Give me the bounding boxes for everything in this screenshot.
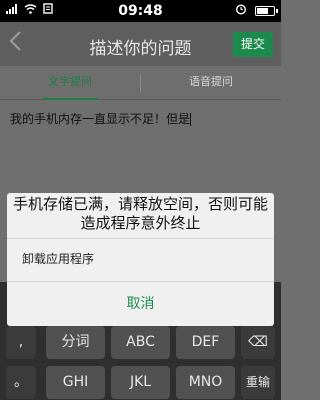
question-mode-tabs: 文字提问 语音提问 xyxy=(0,66,281,100)
keyboard-key-ghi[interactable]: GHI xyxy=(46,366,105,399)
keyboard-key-jkl[interactable]: JKL xyxy=(111,366,170,399)
status-icons-right xyxy=(235,3,278,19)
question-text: 我的手机内存一直显示不足！但是 xyxy=(10,112,191,126)
reset-key[interactable]: 重输 xyxy=(241,366,275,399)
active-tab-indicator xyxy=(42,98,98,100)
top-app-bar: 描述你的问题 提交 xyxy=(0,22,281,66)
dialog-message: 手机存储已满，请释放空间，否则可能造成程序意外终止 xyxy=(12,195,268,232)
tab-text-question[interactable]: 文字提问 xyxy=(0,66,140,100)
backspace-key[interactable]: ⌫ xyxy=(241,326,275,359)
storage-full-dialog: 手机存储已满，请释放空间，否则可能造成程序意外终止 卸载应用程序 取消 xyxy=(7,193,274,326)
question-input[interactable]: 我的手机内存一直显示不足！但是 xyxy=(10,110,272,127)
tab-label: 语音提问 xyxy=(189,75,233,88)
status-bar: 09:48 xyxy=(0,0,281,22)
keyboard-key-mno[interactable]: MNO xyxy=(176,366,235,399)
keyboard-key-comma[interactable]: , xyxy=(6,326,36,359)
keyboard-key-abc[interactable]: ABC xyxy=(111,326,170,359)
uninstall-apps-option[interactable]: 卸载应用程序 xyxy=(7,239,274,279)
alarm-icon xyxy=(235,3,247,19)
tab-voice-question[interactable]: 语音提问 xyxy=(141,66,281,100)
keyboard-key-def[interactable]: DEF xyxy=(176,326,235,359)
cancel-button[interactable]: 取消 xyxy=(7,282,274,326)
keyboard-key-period[interactable]: 。 xyxy=(6,366,36,399)
text-cursor xyxy=(190,113,192,126)
submit-button[interactable]: 提交 xyxy=(233,32,273,57)
battery-icon xyxy=(255,6,278,16)
keyboard-key-segment[interactable]: 分词 xyxy=(46,326,105,359)
tab-label: 文字提问 xyxy=(48,75,92,88)
